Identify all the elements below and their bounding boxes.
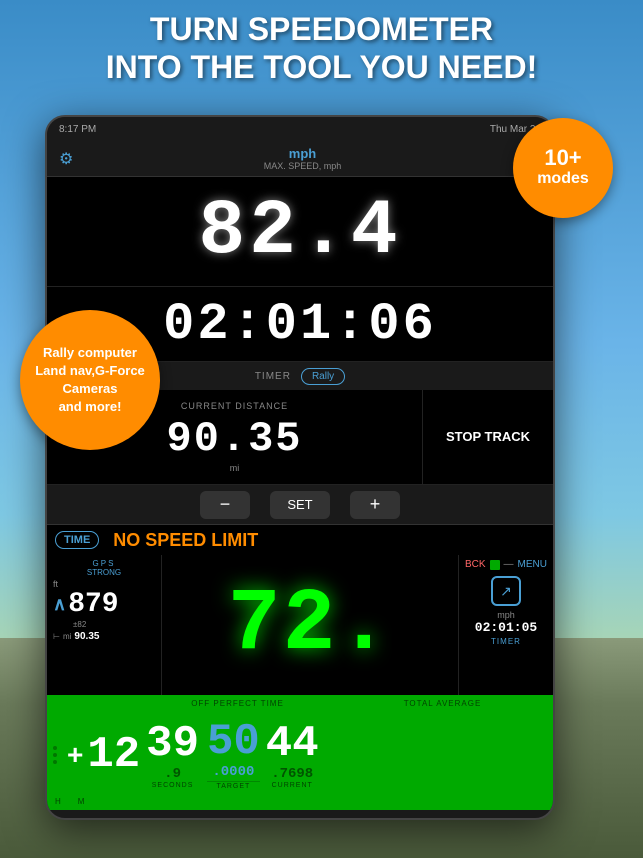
right-unit-label: mph <box>497 610 515 620</box>
bottom-main: + 12 39 .9 SECONDS 50 .0000 TARGET 44 <box>47 713 553 797</box>
current-group: 44 .7698 CURRENT <box>266 722 319 789</box>
current-value: 44 <box>266 722 319 766</box>
hud-center: 72. <box>162 555 458 695</box>
stop-track-label: STOP TRACK <box>446 429 530 446</box>
max-speed-label: MAX. SPEED, mph <box>264 161 342 171</box>
export-button[interactable]: ↗ <box>491 576 521 606</box>
bottom-labels-row: OFF PERFECT TIME TOTAL AVERAGE <box>47 699 553 713</box>
target-value: 50 <box>207 720 260 764</box>
speed-display: 82.4 <box>47 177 553 287</box>
set-label: SET <box>287 497 312 512</box>
current-label: CURRENT <box>272 782 313 789</box>
target-divider <box>207 781 260 782</box>
menu-label[interactable]: MENU <box>518 559 547 570</box>
bck-label: BCK <box>465 559 486 570</box>
plus-group: + <box>67 739 83 771</box>
settings-icon[interactable]: ⚙ <box>59 149 73 169</box>
hud-left: GPS STRONG ft ∧ 879 ±82 ⊢ mi 90.35 <box>47 555 162 695</box>
distance-value: 90.35 <box>166 415 302 463</box>
seconds-value: .9 <box>164 766 181 782</box>
hud-dist-icon: ⊢ <box>53 632 60 641</box>
header-center: mph MAX. SPEED, mph <box>264 146 342 171</box>
device-frame: 8:17 PM Thu Mar 21 ⚙ mph MAX. SPEED, mph… <box>45 115 555 820</box>
m-label: M <box>78 797 86 806</box>
total-avg-label: TOTAL AVERAGE <box>340 699 545 713</box>
altitude-accuracy: ±82 <box>73 620 155 629</box>
set-controls: − SET + <box>47 485 553 525</box>
green-indicator <box>490 560 500 570</box>
hud-top-right: BCK — MENU <box>465 559 547 570</box>
bottom-section: OFF PERFECT TIME TOTAL AVERAGE + 12 <box>47 695 553 810</box>
set-button[interactable]: SET <box>270 491 330 519</box>
rally-bubble: Rally computerLand nav,G-ForceCamerasand… <box>20 310 160 450</box>
target-group: 50 .0000 TARGET <box>207 720 260 790</box>
status-bar: 8:17 PM Thu Mar 21 <box>47 117 553 141</box>
export-icon-symbol: ↗ <box>500 583 512 600</box>
timer-value: 02:01:06 <box>163 295 437 354</box>
hud-main: GPS STRONG ft ∧ 879 ±82 ⊢ mi 90.35 72. <box>47 555 553 695</box>
plus-sign: + <box>67 739 83 771</box>
minutes-group: 39 .9 SECONDS <box>146 722 199 789</box>
rally-text: Rally computerLand nav,G-ForceCamerasand… <box>35 344 145 417</box>
hud-speed-value: 72. <box>228 576 392 675</box>
hours-value: 12 <box>87 733 140 777</box>
minutes-value: 39 <box>146 722 199 766</box>
off-perfect-label: OFF PERFECT TIME <box>135 699 340 713</box>
modes-label: modes <box>537 169 589 188</box>
altitude-icon: ∧ <box>53 594 66 615</box>
hud-dist-value: 90.35 <box>74 631 99 642</box>
bottom-footer: H M <box>47 797 553 810</box>
stop-track-button[interactable]: STOP TRACK <box>423 390 553 484</box>
bottom-h-section <box>53 746 61 764</box>
rally-badge[interactable]: Rally <box>301 368 345 385</box>
alt-unit-label: ft <box>53 579 58 589</box>
plus-button[interactable]: + <box>350 491 400 519</box>
header-line1: TURN SPEEDOMETER <box>10 10 633 48</box>
header-text: TURN SPEEDOMETER INTO THE TOOL YOU NEED! <box>0 10 643 87</box>
dots-column <box>53 746 57 764</box>
status-time: 8:17 PM <box>59 124 96 135</box>
hud-right: BCK — MENU ↗ mph 02:01:05 TIMER <box>458 555 553 695</box>
target-label: TARGET <box>216 783 250 790</box>
app-header: ⚙ mph MAX. SPEED, mph ≡ <box>47 141 553 177</box>
dash-separator: — <box>504 559 514 570</box>
distance-unit: mi <box>230 463 240 473</box>
unit-label: mph <box>264 146 342 161</box>
h-label: H <box>55 797 62 806</box>
speed-value: 82.4 <box>198 188 401 276</box>
plus-icon: + <box>370 494 381 515</box>
gps-label: GPS <box>53 559 155 568</box>
target-decimal: .0000 <box>212 764 254 780</box>
seconds-label: SECONDS <box>152 782 194 789</box>
hud-top-bar: TIME NO SPEED LIMIT <box>47 525 553 555</box>
distance-label: CURRENT DISTANCE <box>181 401 288 411</box>
current-decimal: .7698 <box>271 766 313 782</box>
hud-section: TIME NO SPEED LIMIT GPS STRONG ft ∧ 879 … <box>47 525 553 695</box>
modes-count: 10+ <box>544 147 581 169</box>
gps-strength: STRONG <box>53 568 155 577</box>
hours-group: 12 <box>87 733 140 777</box>
dot-1 <box>53 746 57 750</box>
timer-label: TIMER <box>255 371 291 382</box>
minus-icon: − <box>220 494 231 515</box>
modes-bubble: 10+ modes <box>513 118 613 218</box>
altitude-value: 879 <box>68 589 118 620</box>
dot-2 <box>53 753 57 757</box>
dot-3 <box>53 760 57 764</box>
no-speed-limit-label: NO SPEED LIMIT <box>113 530 258 551</box>
right-time-value: 02:01:05 <box>475 620 537 635</box>
right-timer-label: TIMER <box>491 637 521 646</box>
hud-dist-label: mi <box>63 632 71 641</box>
header-line2: INTO THE TOOL YOU NEED! <box>10 48 633 86</box>
time-badge[interactable]: TIME <box>55 531 99 549</box>
minus-button[interactable]: − <box>200 491 250 519</box>
hud-distance-row: ⊢ mi 90.35 <box>53 631 155 642</box>
